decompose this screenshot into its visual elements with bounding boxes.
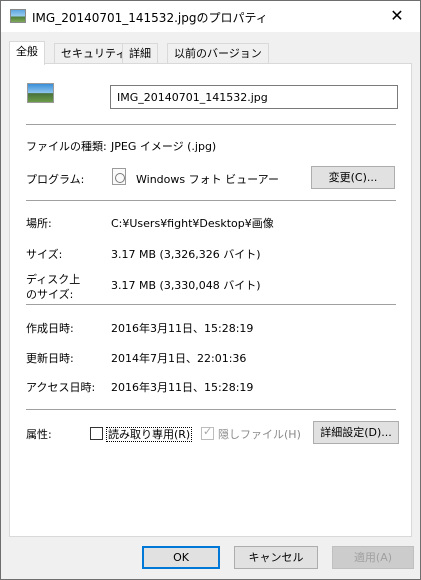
- modified-value: 2014年7月1日、22:01:36: [111, 352, 247, 365]
- modified-label: 更新日時:: [26, 352, 74, 365]
- ok-button[interactable]: OK: [142, 546, 220, 569]
- photo-viewer-icon: [112, 168, 126, 185]
- separator: [26, 200, 396, 201]
- separator: [26, 304, 396, 305]
- readonly-label-text: 読み取り専用(R): [106, 427, 193, 442]
- hidden-checkbox[interactable]: [201, 425, 214, 440]
- created-label: 作成日時:: [26, 322, 74, 335]
- created-value: 2016年3月11日、15:28:19: [111, 322, 254, 335]
- disk-size-value: 3.17 MB (3,330,048 バイト): [111, 279, 261, 292]
- program-value: Windows フォト ビューアー: [136, 173, 279, 186]
- file-type-value: JPEG イメージ (.jpg): [111, 140, 217, 153]
- separator: [26, 124, 396, 125]
- image-file-icon: [27, 83, 54, 103]
- title-bar[interactable]: IMG_20140701_141532.jpgのプロパティ ✕: [1, 1, 420, 32]
- program-label: プログラム:: [26, 173, 85, 186]
- change-program-button[interactable]: 変更(C)...: [311, 166, 395, 189]
- window-title: IMG_20140701_141532.jpgのプロパティ: [32, 11, 268, 25]
- accessed-value: 2016年3月11日、15:28:19: [111, 381, 254, 394]
- accessed-label: アクセス日時:: [26, 381, 96, 394]
- tab-previous-versions[interactable]: 以前のバージョン: [167, 43, 269, 64]
- size-label: サイズ:: [26, 248, 63, 261]
- file-type-label: ファイルの種類:: [26, 140, 107, 153]
- properties-dialog: IMG_20140701_141532.jpgのプロパティ ✕ 全般 セキュリテ…: [0, 0, 421, 580]
- cancel-button[interactable]: キャンセル: [234, 546, 318, 569]
- apply-button[interactable]: 適用(A): [332, 546, 414, 569]
- advanced-button[interactable]: 詳細設定(D)...: [313, 421, 399, 444]
- image-file-icon: [10, 9, 26, 23]
- readonly-label[interactable]: 読み取り専用(R): [106, 426, 193, 442]
- file-name-input[interactable]: [110, 85, 398, 109]
- size-value: 3.17 MB (3,326,326 バイト): [111, 248, 261, 261]
- attributes-label: 属性:: [26, 428, 52, 441]
- disk-size-label-line1: ディスク上: [26, 273, 81, 286]
- separator: [26, 409, 396, 410]
- tab-details[interactable]: 詳細: [122, 43, 158, 64]
- tab-strip: 全般 セキュリティ 詳細 以前のバージョン: [9, 41, 409, 65]
- close-icon[interactable]: ✕: [374, 1, 420, 32]
- readonly-checkbox[interactable]: [90, 427, 103, 440]
- tab-general[interactable]: 全般: [9, 41, 45, 65]
- hidden-label: 隠しファイル(H): [218, 428, 301, 441]
- location-value: C:¥Users¥fight¥Desktop¥画像: [111, 217, 274, 230]
- location-label: 場所:: [26, 217, 52, 230]
- disk-size-label-line2: のサイズ:: [26, 288, 74, 301]
